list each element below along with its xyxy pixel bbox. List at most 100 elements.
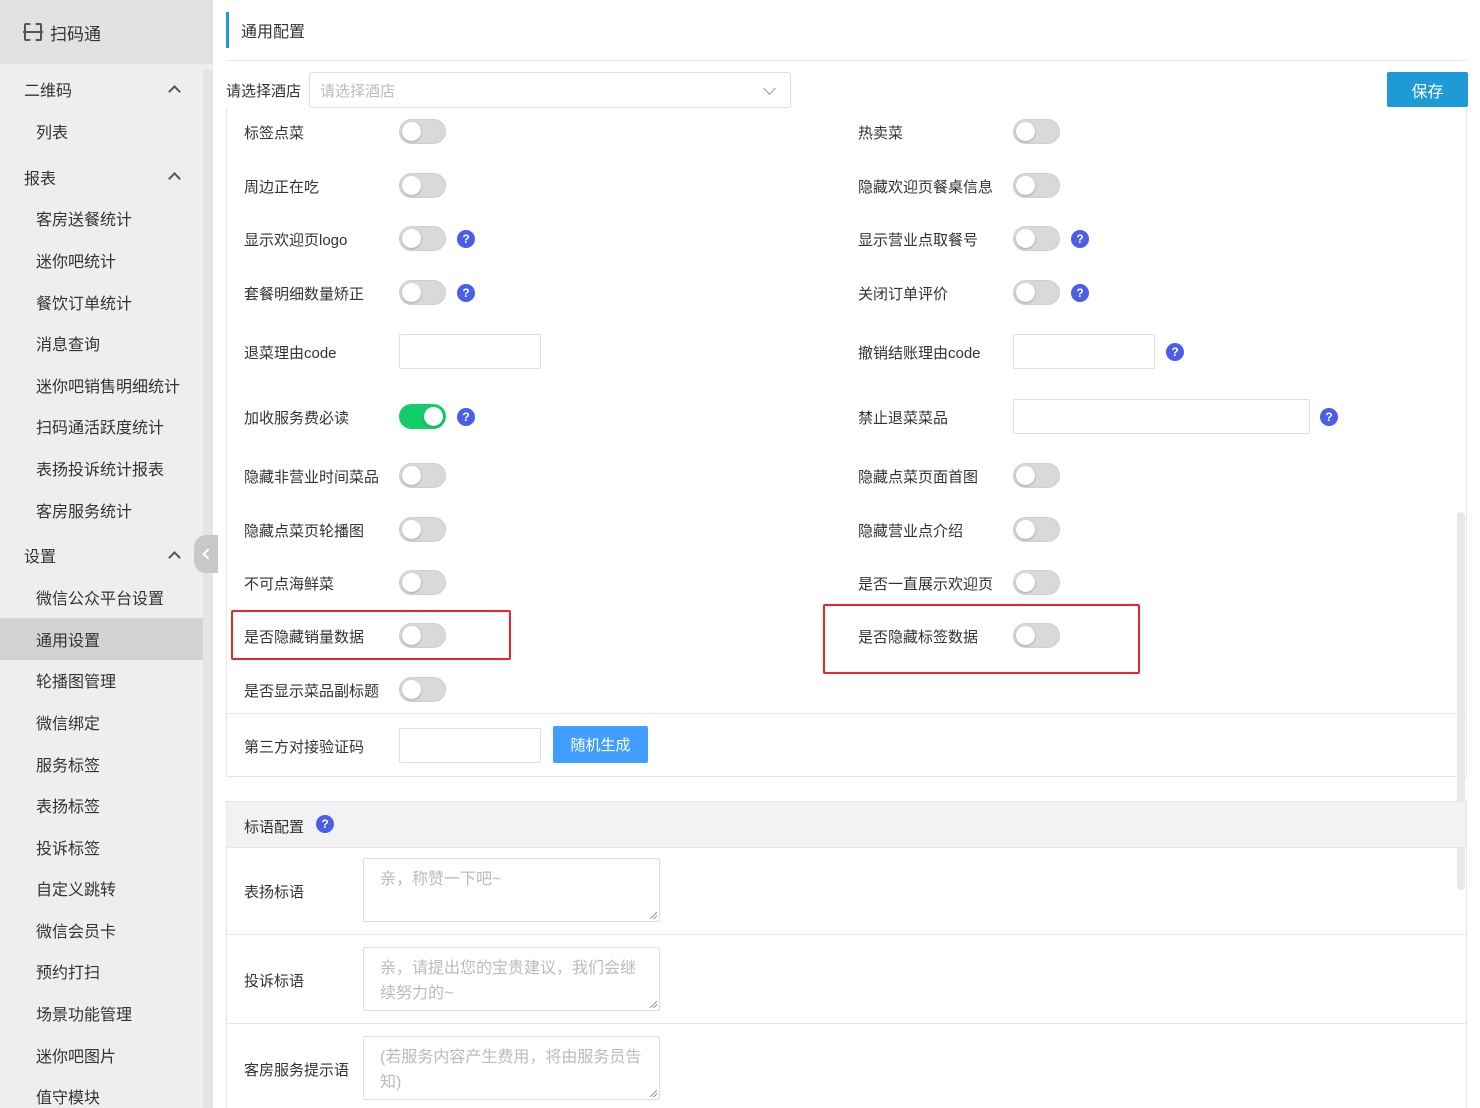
room-service-hint-textarea[interactable]: (若服务内容产生费用，将由服务员告知): [363, 1036, 660, 1100]
sidebar-item-minibar-stats[interactable]: 迷你吧统计: [0, 239, 203, 281]
setting-label: 隐藏点菜页面首图: [858, 469, 979, 486]
setting-label: 隐藏营业点介绍: [858, 523, 964, 540]
help-icon[interactable]: ?: [1071, 284, 1089, 302]
chevron-up-icon: [168, 84, 181, 98]
sidebar-item-minibar-images[interactable]: 迷你吧图片: [0, 1034, 203, 1076]
nearby-eating-toggle[interactable]: [399, 173, 446, 198]
setting-label: 显示营业点取餐号: [858, 232, 979, 249]
sidebar-item-scene-features[interactable]: 场景功能管理: [0, 992, 203, 1034]
brand-title: 扫码通: [50, 24, 101, 44]
chevron-down-icon: [763, 82, 776, 95]
close-review-toggle[interactable]: [1013, 280, 1060, 305]
sidebar-group-qrcode[interactable]: 二维码: [0, 68, 213, 110]
sidebar-scrollbar[interactable]: [203, 70, 213, 1108]
complaint-slogan-label: 投诉标语: [244, 973, 305, 990]
sidebar-item-room-service-stats[interactable]: 客房服务统计: [0, 489, 203, 531]
title-divider: [226, 60, 1468, 61]
sidebar-item-wechat-binding[interactable]: 微信绑定: [0, 701, 203, 743]
sidebar-item-minibar-sales-detail[interactable]: 迷你吧销售明细统计: [0, 364, 203, 406]
praise-slogan-textarea[interactable]: 亲，称赞一下吧~: [363, 858, 660, 922]
pickup-number-toggle[interactable]: [1013, 226, 1060, 251]
sidebar-group-reports[interactable]: 报表: [0, 156, 213, 198]
chevron-left-icon: [202, 548, 214, 560]
setting-label: 关闭订单评价: [858, 286, 949, 303]
setting-label: 加收服务费必读: [244, 410, 350, 427]
tag-ordering-toggle[interactable]: [399, 119, 446, 144]
scan-icon: [23, 23, 43, 41]
help-icon[interactable]: ?: [1320, 408, 1338, 426]
row-divider: [226, 1023, 1467, 1024]
sidebar: 扫码通 二维码 列表 报表 客房送餐统计 迷你吧统计 餐饮订单统计 消息查询 迷…: [0, 0, 218, 1108]
hide-carousel-toggle[interactable]: [399, 517, 446, 542]
show-subtitle-toggle[interactable]: [399, 677, 446, 702]
third-party-label: 第三方对接验证码: [244, 739, 365, 756]
always-show-welcome-toggle[interactable]: [1013, 570, 1060, 595]
page-title: 通用配置: [226, 12, 305, 48]
hotel-label: 请选择酒店: [226, 83, 302, 100]
no-seafood-toggle[interactable]: [399, 570, 446, 595]
chevron-up-icon: [168, 550, 181, 564]
sidebar-item-general-settings[interactable]: 通用设置: [0, 617, 203, 660]
setting-label: 禁止退菜菜品: [858, 410, 949, 427]
setting-label: 显示欢迎页logo: [244, 232, 348, 249]
hide-off-hours-toggle[interactable]: [399, 463, 446, 488]
sidebar-item-complaint-tags[interactable]: 投诉标签: [0, 826, 203, 868]
sidebar-item-room-delivery-stats[interactable]: 客房送餐统计: [0, 198, 203, 240]
return-reason-code-input[interactable]: [399, 334, 541, 369]
hotel-select[interactable]: 请选择酒店: [309, 72, 791, 108]
sidebar-item-dining-order-stats[interactable]: 餐饮订单统计: [0, 281, 203, 323]
setting-label: 退菜理由code: [244, 345, 337, 362]
main-content: 通用配置 请选择酒店 请选择酒店 保存 标签点菜 周边正在吃 显示欢迎页logo…: [213, 0, 1480, 1108]
brand[interactable]: 扫码通: [0, 0, 213, 64]
help-icon[interactable]: ?: [1071, 230, 1089, 248]
sidebar-item-service-tags[interactable]: 服务标签: [0, 743, 203, 785]
welcome-logo-toggle[interactable]: [399, 226, 446, 251]
complaint-slogan-textarea[interactable]: 亲，请提出您的宝贵建议，我们会继续努力的~: [363, 947, 660, 1011]
chevron-up-icon: [168, 172, 181, 185]
help-icon[interactable]: ?: [457, 284, 475, 302]
hide-cover-image-toggle[interactable]: [1013, 463, 1060, 488]
help-icon[interactable]: ?: [457, 408, 475, 426]
sidebar-item-activity-stats[interactable]: 扫码通活跃度统计: [0, 406, 203, 448]
sidebar-item-list[interactable]: 列表: [0, 110, 203, 152]
random-generate-button[interactable]: 随机生成: [553, 726, 648, 763]
hot-dishes-toggle[interactable]: [1013, 119, 1060, 144]
row-divider: [226, 713, 1467, 714]
save-button[interactable]: 保存: [1387, 72, 1468, 107]
setting-label: 撤销结账理由code: [858, 345, 981, 362]
sidebar-item-custom-redirect[interactable]: 自定义跳转: [0, 868, 203, 910]
sidebar-group-settings[interactable]: 设置: [0, 534, 213, 576]
setting-label: 隐藏欢迎页餐桌信息: [858, 179, 994, 196]
setting-label: 是否显示菜品副标题: [244, 683, 380, 700]
hide-table-info-toggle[interactable]: [1013, 173, 1060, 198]
row-divider: [226, 934, 1467, 935]
slogan-header: [227, 802, 1466, 848]
setting-label: 是否一直展示欢迎页: [858, 576, 994, 593]
help-icon[interactable]: ?: [316, 815, 334, 833]
setting-label: 周边正在吃: [244, 179, 320, 196]
setting-label: 标签点菜: [244, 125, 305, 142]
help-icon[interactable]: ?: [1166, 343, 1184, 361]
highlight-box: [231, 610, 511, 660]
cancel-checkout-code-input[interactable]: [1013, 334, 1155, 369]
slogan-title: 标语配置: [244, 819, 305, 836]
setting-label: 隐藏点菜页轮播图: [244, 523, 365, 540]
sidebar-item-wechat-member-card[interactable]: 微信会员卡: [0, 909, 203, 951]
praise-slogan-label: 表扬标语: [244, 884, 305, 901]
setting-label: 热卖菜: [858, 125, 904, 142]
no-return-dishes-input[interactable]: [1013, 399, 1310, 434]
sidebar-item-cleaning-booking[interactable]: 预约打扫: [0, 951, 203, 993]
sidebar-nav: 二维码 列表 报表 客房送餐统计 迷你吧统计 餐饮订单统计 消息查询 迷你吧销售…: [0, 68, 213, 1108]
sidebar-item-praise-complaint-report[interactable]: 表扬投诉统计报表: [0, 447, 203, 489]
sidebar-item-message-query[interactable]: 消息查询: [0, 322, 203, 364]
highlight-box: [823, 604, 1140, 674]
sidebar-item-on-duty[interactable]: 值守模块: [0, 1075, 203, 1108]
sidebar-item-praise-tags[interactable]: 表扬标签: [0, 784, 203, 826]
combo-quantity-toggle[interactable]: [399, 280, 446, 305]
third-party-code-input[interactable]: [399, 728, 541, 763]
sidebar-item-carousel[interactable]: 轮播图管理: [0, 660, 203, 702]
service-fee-toggle[interactable]: [399, 404, 446, 429]
sidebar-item-wechat-platform[interactable]: 微信公众平台设置: [0, 576, 203, 618]
help-icon[interactable]: ?: [457, 230, 475, 248]
hide-outlet-intro-toggle[interactable]: [1013, 517, 1060, 542]
